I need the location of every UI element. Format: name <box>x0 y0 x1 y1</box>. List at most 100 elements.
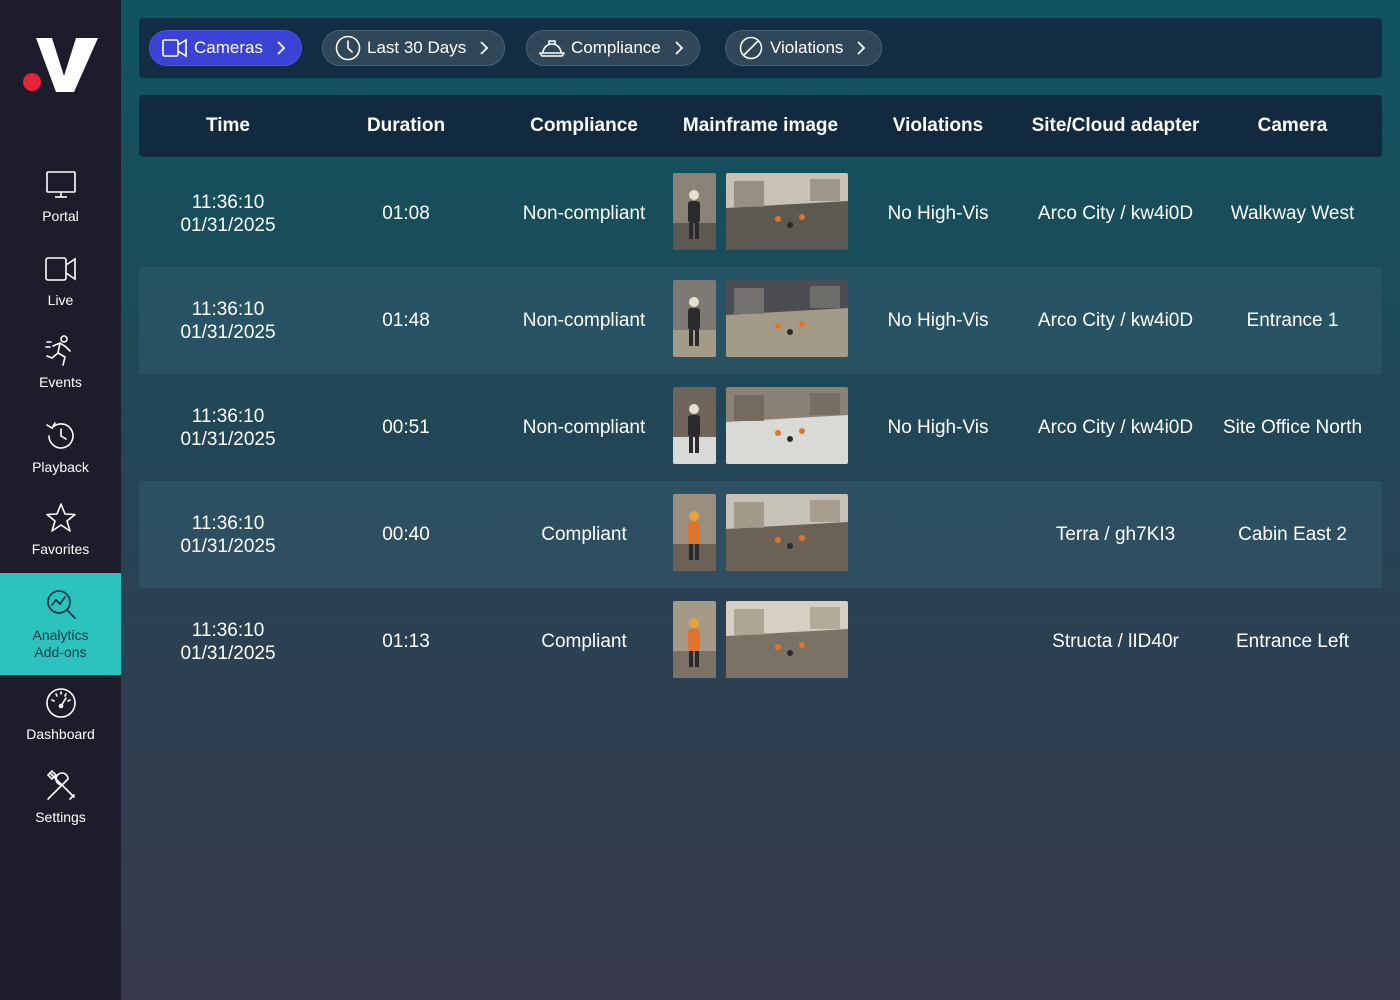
cell-duration: 01:08 <box>382 203 430 224</box>
history-icon <box>45 422 74 449</box>
worker-thumbnail[interactable] <box>673 601 716 678</box>
time-text: 11:36:10 <box>191 512 265 534</box>
table-header: Time Duration Compliance Mainframe image… <box>139 95 1382 157</box>
worker-thumbnail[interactable] <box>673 387 716 464</box>
worker-thumbnail[interactable] <box>673 494 716 571</box>
prohibited-icon <box>739 36 763 60</box>
filter-label: Cameras <box>194 38 263 57</box>
table-row[interactable]: 11:36:10 01/31/2025 01:08 Non-compliant No H… <box>139 160 1382 267</box>
sidebar-item-label: Live <box>47 292 74 308</box>
tools-icon <box>46 769 75 800</box>
date-text: 01/31/2025 <box>180 214 276 236</box>
column-header-mainframe-image[interactable]: Mainframe image <box>673 95 848 157</box>
mainframe-thumbnail[interactable] <box>726 173 848 250</box>
filter-label: Compliance <box>571 38 661 57</box>
cell-adapter[interactable]: Arco City / kw4i0D <box>1028 374 1203 481</box>
cell-adapter[interactable]: Terra / gh7KI3 <box>1028 481 1203 588</box>
star-icon <box>45 503 76 532</box>
worker-thumbnail[interactable] <box>673 280 716 357</box>
cell-time: 11:36:10 01/31/2025 <box>139 160 317 267</box>
column-header-duration[interactable]: Duration <box>317 95 495 157</box>
column-header-time[interactable]: Time <box>139 95 317 157</box>
date-text: 01/31/2025 <box>180 321 276 343</box>
filter-bar: Cameras Last 30 Days Compliance Violatio… <box>139 18 1382 78</box>
time-text: 11:36:10 <box>191 191 265 213</box>
cell-violations <box>848 588 1028 695</box>
sidebar-item-dashboard[interactable]: Dashboard <box>0 686 121 770</box>
hard-hat-icon <box>539 40 565 57</box>
sidebar-item-events[interactable]: Events <box>0 334 121 418</box>
filter-date-range-button[interactable]: Last 30 Days <box>322 30 506 66</box>
sidebar-item-portal[interactable]: Portal <box>0 168 121 252</box>
sidebar-item-playback[interactable]: Playback <box>0 419 121 503</box>
column-header-violations[interactable]: Violations <box>848 95 1028 157</box>
cell-compliance: Non-compliant <box>522 417 646 438</box>
cell-adapter[interactable]: Arco City / kw4i0D <box>1028 160 1203 267</box>
sidebar: Portal Live Events Playback Favorites An… <box>0 0 121 1000</box>
mainframe-thumbnail[interactable] <box>726 494 848 571</box>
filter-violations-button[interactable]: Violations <box>725 30 883 66</box>
analytics-search-icon <box>46 590 76 619</box>
table-row[interactable]: 11:36:10 01/31/2025 01:48 Non-compliant No H… <box>139 267 1382 374</box>
cell-violations <box>848 481 1028 588</box>
cell-adapter[interactable]: Structa / lID40r <box>1028 588 1203 695</box>
chevron-right-icon <box>480 41 489 55</box>
gauge-icon <box>45 688 76 718</box>
cell-compliance: Compliant <box>541 631 627 652</box>
column-header-compliance[interactable]: Compliance <box>495 95 673 157</box>
cell-violations: No High-Vis <box>887 417 989 438</box>
filter-compliance-button[interactable]: Compliance <box>526 30 700 66</box>
filter-cameras-button[interactable]: Cameras <box>149 30 302 66</box>
cell-adapter[interactable]: Arco City / kw4i0D <box>1028 267 1203 374</box>
cell-time: 11:36:10 01/31/2025 <box>139 374 317 481</box>
cell-duration: 00:40 <box>382 524 430 545</box>
sidebar-item-analytics-addons[interactable]: Analytics Add-ons <box>0 573 121 675</box>
main-content: Cameras Last 30 Days Compliance Violatio… <box>121 0 1400 1000</box>
chevron-right-icon <box>675 41 684 55</box>
clock-icon <box>335 35 361 61</box>
sidebar-item-live[interactable]: Live <box>0 252 121 336</box>
cell-camera[interactable]: Entrance Left <box>1203 588 1382 695</box>
worker-thumbnail[interactable] <box>673 173 716 250</box>
video-camera-icon <box>44 257 76 281</box>
date-text: 01/31/2025 <box>180 642 276 664</box>
sidebar-item-label: Favorites <box>31 541 90 557</box>
sidebar-item-label: Dashboard <box>26 726 95 742</box>
cell-violations: No High-Vis <box>887 310 989 331</box>
mainframe-thumbnail[interactable] <box>726 387 848 464</box>
chevron-right-icon <box>277 41 286 55</box>
cell-time: 11:36:10 01/31/2025 <box>139 588 317 695</box>
time-text: 11:36:10 <box>191 405 265 427</box>
filter-label: Last 30 Days <box>367 38 467 57</box>
mainframe-thumbnail[interactable] <box>726 601 848 678</box>
mainframe-thumbnail[interactable] <box>726 280 848 357</box>
cell-duration: 01:13 <box>382 631 430 652</box>
cell-duration: 00:51 <box>382 417 430 438</box>
sidebar-item-label: Playback <box>32 459 89 475</box>
event-run-icon <box>44 335 71 366</box>
cell-camera[interactable]: Entrance 1 <box>1203 267 1382 374</box>
cell-camera[interactable]: Site Office North <box>1203 374 1382 481</box>
table-row[interactable]: 11:36:10 01/31/2025 01:13 Compliant Structa … <box>139 588 1382 695</box>
brand-logo[interactable] <box>22 36 102 96</box>
time-text: 11:36:10 <box>191 619 265 641</box>
column-header-camera[interactable]: Camera <box>1203 95 1382 157</box>
sidebar-item-label: Analytics Add-ons <box>32 627 89 660</box>
chevron-right-icon <box>857 41 866 55</box>
cell-compliance: Non-compliant <box>522 203 646 224</box>
cell-camera[interactable]: Cabin East 2 <box>1203 481 1382 588</box>
cell-time: 11:36:10 01/31/2025 <box>139 267 317 374</box>
monitor-icon <box>45 171 76 198</box>
table-row[interactable]: 11:36:10 01/31/2025 00:40 Compliant Terra / … <box>139 481 1382 588</box>
filter-label: Violations <box>770 38 844 57</box>
sidebar-item-settings[interactable]: Settings <box>0 769 121 853</box>
column-header-adapter[interactable]: Site/Cloud adapter <box>1028 95 1203 157</box>
date-text: 01/31/2025 <box>180 535 276 557</box>
cell-duration: 01:48 <box>382 310 430 331</box>
sidebar-item-label: Events <box>39 374 82 390</box>
table-row[interactable]: 11:36:10 01/31/2025 00:51 Non-compliant No H… <box>139 374 1382 481</box>
cell-camera[interactable]: Walkway West <box>1203 160 1382 267</box>
cell-compliance: Non-compliant <box>522 310 646 331</box>
video-camera-icon <box>162 38 187 58</box>
time-text: 11:36:10 <box>191 298 265 320</box>
